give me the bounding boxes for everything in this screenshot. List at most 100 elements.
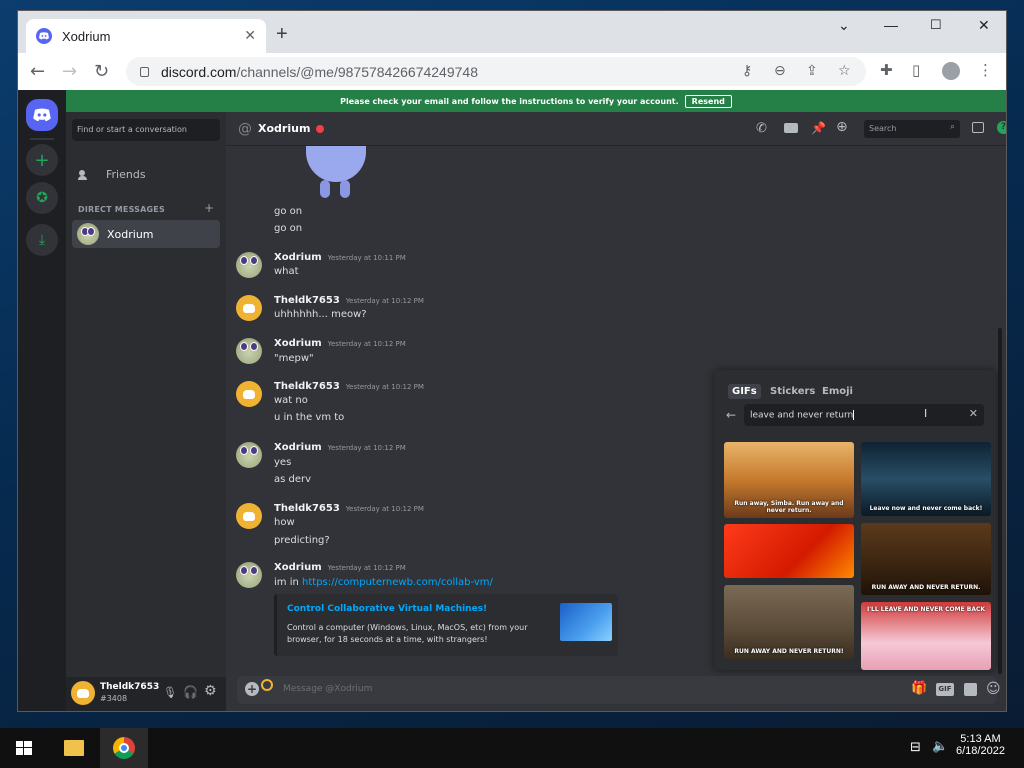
volume-muted-icon[interactable]: 🔈 [932,739,948,754]
gif-button-icon[interactable]: GIF [936,683,954,696]
user-panel: Theldk7653 #3408 🎙 🎧 ⚙ [66,677,226,711]
tab-gifs[interactable]: GIFs [728,384,761,399]
sidebar-item-friends[interactable]: Friends [78,168,146,181]
gif-result[interactable]: Leave now and never come back! [861,442,991,516]
tab-close-icon[interactable]: ✕ [244,28,256,44]
zoom-icon[interactable]: ⊖ [774,63,786,79]
browser-toolbar: ← → ↻ discord.com/channels/@me/987578426… [18,53,1006,90]
reload-icon[interactable]: ↻ [94,61,109,82]
extensions-icon[interactable]: ✚ [880,61,893,79]
search-input[interactable]: Search ⌕ [864,120,960,138]
side-panel-icon[interactable]: ▯ [912,61,920,79]
network-icon[interactable]: ⊟ [910,740,921,755]
avatar[interactable] [236,381,262,407]
composer-placeholder: Message @Xodrium [283,684,373,694]
menu-kebab-icon[interactable]: ⋮ [978,61,993,79]
add-server-icon[interactable]: + [26,144,58,176]
find-conversation-input[interactable]: Find or start a conversation [72,119,220,141]
new-tab-icon[interactable]: + [276,23,288,46]
rail-divider [30,138,54,140]
tab-emoji[interactable]: Emoji [818,384,857,399]
add-friend-icon[interactable]: ⊕ [836,119,848,135]
chrome-taskbar-icon[interactable] [100,728,148,768]
minimize-icon[interactable]: — [884,17,898,33]
headphones-icon[interactable]: 🎧 [183,685,198,699]
tab-search-icon[interactable]: ⌄ [838,17,850,34]
bookmark-star-icon[interactable]: ☆ [838,63,851,79]
channel-header: @ Xodrium ✆ 📌 ⊕ Search ⌕ ? [226,112,1006,146]
verify-banner: Please check your email and follow the i… [66,90,1006,112]
sticker-image [306,146,366,200]
home-discord-icon[interactable] [26,99,58,131]
browser-window: Xodrium ✕ + ⌄ — ☐ ✕ ← → ↻ discord.com/ch… [18,11,1006,711]
message-composer[interactable]: + Message @Xodrium 🎁 GIF ☺ [237,676,1001,704]
gif-search-input[interactable]: leave and never return I ✕ [744,404,984,426]
tab-strip: Xodrium ✕ + ⌄ — ☐ ✕ [18,11,1006,53]
user-tag: #3408 [100,694,128,703]
clear-search-icon[interactable]: ✕ [969,407,978,420]
share-icon[interactable]: ⇪ [806,63,818,79]
embed-title[interactable]: Control Collaborative Virtual Machines! [287,604,487,614]
gif-picker: GIFs Stickers Emoji ← leave and never re… [714,370,996,670]
file-explorer-icon[interactable] [64,740,84,756]
forward-icon[interactable]: → [62,61,77,82]
explore-compass-icon[interactable]: ✪ [26,182,58,214]
gif-result[interactable]: I'LL LEAVE AND NEVER COME BACK [861,602,991,670]
system-clock[interactable]: 5:13 AM 6/18/2022 [956,733,1005,757]
avatar[interactable] [236,562,262,588]
upload-plus-icon[interactable]: + [245,682,259,696]
avatar[interactable] [236,338,262,364]
chat-area: @ Xodrium ✆ 📌 ⊕ Search ⌕ ? go on go on X… [226,112,1006,711]
dm-header: DIRECT MESSAGES [78,205,165,214]
discord-favicon-icon [36,28,52,44]
text-cursor-icon: I [924,407,928,420]
avatar[interactable] [236,503,262,529]
gif-result[interactable] [724,524,854,578]
embed-description: Control a computer (Windows, Linux, MacO… [287,623,528,644]
user-name: Theldk7653 [100,682,160,692]
gift-icon[interactable]: 🎁 [911,681,927,696]
channel-name: Xodrium [258,122,311,135]
mute-mic-icon[interactable]: 🎙 [163,686,177,699]
back-arrow-icon[interactable]: ← [726,408,736,422]
link-embed: Control Collaborative Virtual Machines! … [274,594,618,656]
profile-avatar-icon[interactable] [942,62,960,80]
taskbar: ⊟ 🔈 5:13 AM 6/18/2022 [0,728,1024,768]
address-bar[interactable]: discord.com/channels/@me/987578426674249… [126,57,866,86]
avatar[interactable] [236,295,262,321]
create-dm-icon[interactable]: + [204,201,214,215]
lock-icon [140,66,149,77]
resend-button[interactable]: Resend [684,94,732,108]
avatar[interactable] [236,252,262,278]
user-avatar[interactable] [71,681,95,705]
key-icon[interactable]: ⚷ [742,63,752,79]
settings-gear-icon[interactable]: ⚙ [204,683,217,699]
gif-result[interactable]: RUN AWAY AND NEVER RETURN! [724,585,854,659]
gif-result[interactable]: RUN AWAY AND NEVER RETURN. [861,523,991,595]
sticker-icon[interactable] [964,683,977,696]
gif-result[interactable]: Run away, Simba. Run away and never retu… [724,442,854,518]
friends-icon [78,169,92,180]
help-icon[interactable]: ? [997,121,1006,134]
maximize-icon[interactable]: ☐ [930,17,942,33]
message-link[interactable]: https://computernewb.com/collab-vm/ [302,577,493,588]
embed-thumbnail[interactable] [560,603,612,641]
video-call-icon[interactable] [784,123,798,133]
avatar [77,223,99,245]
windows-start-icon[interactable] [16,741,32,755]
back-icon[interactable]: ← [30,61,45,82]
tab-title: Xodrium [62,28,111,44]
emoji-icon[interactable]: ☺ [986,681,1001,697]
inbox-icon[interactable] [972,122,984,133]
browser-tab[interactable]: Xodrium ✕ [26,19,266,53]
avatar[interactable] [236,442,262,468]
at-icon: @ [238,120,252,137]
tab-stickers[interactable]: Stickers [766,384,819,399]
dm-sidebar: Find or start a conversation Friends DIR… [66,90,226,711]
voice-call-icon[interactable]: ✆ [756,121,767,136]
chat-scrollbar[interactable] [998,328,1002,674]
close-window-icon[interactable]: ✕ [978,17,990,34]
pinned-icon[interactable]: 📌 [811,121,826,135]
download-icon[interactable]: ⤓ [26,224,58,256]
dm-item-xodrium[interactable]: Xodrium [72,220,220,248]
